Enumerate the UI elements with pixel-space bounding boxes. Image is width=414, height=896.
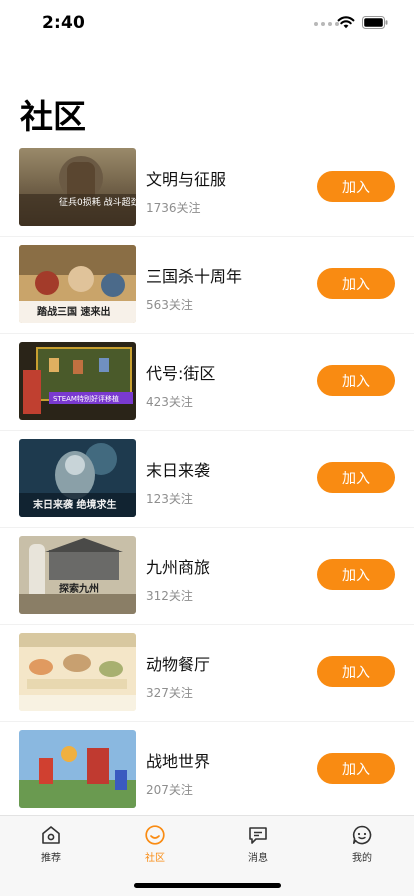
community-name: 九州商旅 [146,558,211,577]
message-icon [249,827,267,844]
community-list: 征兵0损耗 战斗超劲爆 文明与征服 1736关注 加入 踏战三国 速来出 三国杀… [0,140,414,819]
thumb-caption: 踏战三国 速来出 [37,305,110,318]
community-name: 代号:街区 [146,364,216,383]
join-button[interactable]: 加入 [317,268,395,299]
follower-count: 563关注 [146,298,193,312]
thumb-caption: 末日来袭 绝境求生 [33,498,116,511]
list-item[interactable]: 踏战三国 速来出 三国杀十周年 563关注 加入 [0,237,414,334]
follower-count: 207关注 [146,783,193,797]
thumb-caption: STEAM特别好评移植 [53,394,119,403]
community-name: 文明与征服 [146,170,227,189]
join-button[interactable]: 加入 [317,365,395,396]
community-name: 动物餐厅 [146,655,211,674]
chat-face-icon [352,825,372,845]
join-button[interactable]: 加入 [317,753,395,784]
thumb-caption: 征兵0损耗 战斗超劲爆 [59,196,136,208]
follower-count: 1736关注 [146,201,201,215]
community-thumbnail[interactable]: 探索九州 [19,536,136,614]
community-name: 三国杀十周年 [146,267,243,286]
tab-label: 推荐 [41,853,61,864]
list-item[interactable]: STEAM特别好评移植 代号:街区 423关注 加入 [0,334,414,431]
page-title: 社区 [20,97,86,136]
community-thumbnail[interactable]: 踏战三国 速来出 [19,245,136,323]
battery-icon [362,16,388,29]
community-thumbnail[interactable]: STEAM特别好评移植 [19,342,136,420]
tab-recommend[interactable]: 推荐 [21,824,81,868]
follower-count: 123关注 [146,492,193,506]
tab-messages[interactable]: 消息 [228,824,288,868]
list-item[interactable]: 战地世界 207关注 加入 [0,722,414,819]
home-icon [42,826,60,844]
signal-dots-icon [314,22,339,26]
list-item[interactable]: 征兵0损耗 战斗超劲爆 文明与征服 1736关注 加入 [0,140,414,237]
tab-profile[interactable]: 我的 [332,824,392,868]
tab-label: 我的 [352,853,372,864]
smile-icon [145,825,165,845]
community-thumbnail[interactable]: 末日来袭 绝境求生 [19,439,136,517]
status-time: 2:40 [42,13,86,33]
follower-count: 327关注 [146,686,193,700]
tab-label: 消息 [248,853,268,864]
community-thumbnail[interactable]: 征兵0损耗 战斗超劲爆 [19,148,136,226]
tab-community[interactable]: 社区 [125,824,185,868]
home-indicator [134,883,281,888]
join-button[interactable]: 加入 [317,171,395,202]
list-item[interactable]: 末日来袭 绝境求生 末日来袭 123关注 加入 [0,431,414,528]
join-button[interactable]: 加入 [317,656,395,687]
join-button[interactable]: 加入 [317,462,395,493]
community-thumbnail[interactable] [19,730,136,808]
tab-label: 社区 [145,853,165,864]
list-item[interactable]: 探索九州 九州商旅 312关注 加入 [0,528,414,625]
join-button[interactable]: 加入 [317,559,395,590]
community-name: 末日来袭 [146,461,211,480]
thumb-caption: 探索九州 [59,582,99,595]
status-bar: 2:40 [0,0,414,48]
wifi-icon [337,16,355,29]
follower-count: 423关注 [146,395,193,409]
list-item[interactable]: 动物餐厅 327关注 加入 [0,625,414,722]
community-thumbnail[interactable] [19,633,136,711]
follower-count: 312关注 [146,589,193,603]
community-name: 战地世界 [146,752,211,771]
